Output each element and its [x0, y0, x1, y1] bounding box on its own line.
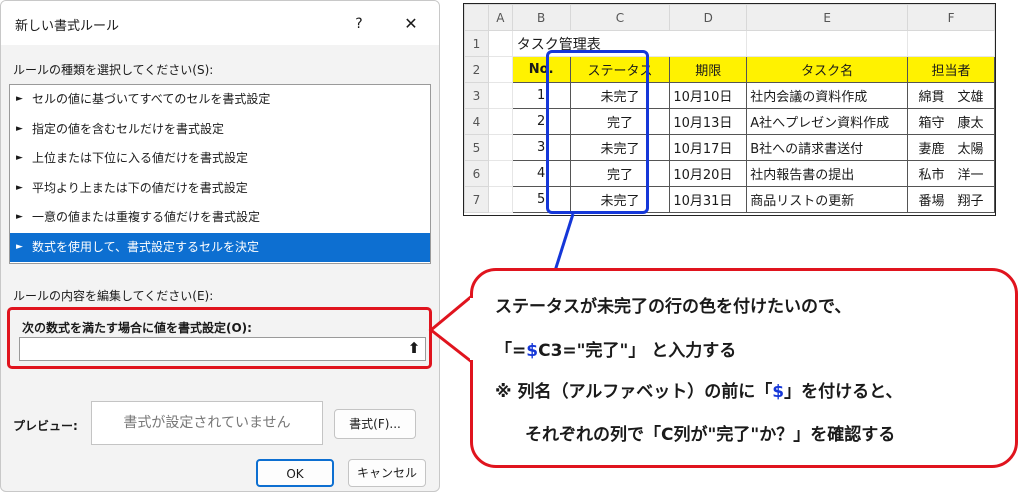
- rule-item-label: 数式を使用して、書式設定するセルを決定: [32, 239, 260, 254]
- column-header[interactable]: F: [907, 4, 995, 31]
- formula-highlight-frame: 次の数式を満たす場合に値を書式設定(O): ⬆: [7, 307, 432, 369]
- cell-deadline[interactable]: 10月17日: [669, 134, 748, 161]
- column-header[interactable]: E: [746, 4, 909, 31]
- new-format-rule-dialog: 新しい書式ルール ? ✕ ルールの種類を選択してください(S): ► セルの値に基…: [0, 0, 440, 492]
- play-arrow-icon: ►: [16, 241, 23, 252]
- play-arrow-icon: ►: [16, 153, 23, 163]
- formula-input[interactable]: [19, 337, 426, 361]
- cell[interactable]: [487, 56, 513, 83]
- cell[interactable]: [487, 160, 513, 187]
- sheet-grid: A B C D E F 1 タスク管理表 2 No. ステータス 期限 タスク名…: [464, 4, 995, 213]
- row-header[interactable]: 3: [464, 82, 489, 109]
- spreadsheet: A B C D E F 1 タスク管理表 2 No. ステータス 期限 タスク名…: [463, 3, 996, 216]
- dialog-title: 新しい書式ルール: [15, 19, 120, 34]
- rule-item-label: 一意の値または重複する値だけを書式設定: [32, 210, 261, 224]
- dollar-sign-highlight: $: [772, 382, 785, 402]
- column-header[interactable]: C: [569, 4, 671, 31]
- preview-label: プレビュー:: [13, 419, 78, 433]
- help-button[interactable]: ?: [341, 11, 377, 37]
- callout-line-2: 「=$C3="完了"」 と入力する: [495, 336, 736, 361]
- callout-text: C3="完了"」 と入力する: [538, 341, 737, 361]
- cell[interactable]: [487, 82, 513, 109]
- callout-text: ※ 列名（アルファベット）の前に「: [495, 382, 773, 402]
- close-icon[interactable]: ✕: [393, 11, 429, 37]
- cell-task[interactable]: 商品リストの更新: [746, 186, 909, 213]
- cell-deadline[interactable]: 10月31日: [669, 186, 748, 213]
- rule-item-use-formula[interactable]: ► 数式を使用して、書式設定するセルを決定: [10, 232, 430, 262]
- cell-task[interactable]: 社内会議の資料作成: [746, 82, 909, 109]
- column-header[interactable]: D: [669, 4, 748, 31]
- status-column-highlight: [546, 50, 649, 214]
- rule-item-unique-duplicate[interactable]: ► 一意の値または重複する値だけを書式設定: [10, 203, 430, 233]
- callout-text: 」を付けると、: [784, 382, 903, 402]
- cell-assignee[interactable]: 番場 翔子: [907, 186, 995, 213]
- cancel-button[interactable]: キャンセル: [348, 459, 426, 487]
- cell-assignee[interactable]: 綿貫 文雄: [907, 82, 995, 109]
- rule-item-label: 平均より上または下の値だけを書式設定: [32, 180, 248, 195]
- play-arrow-icon: ►: [16, 212, 23, 222]
- cell-deadline[interactable]: 10月10日: [669, 82, 748, 109]
- cell[interactable]: [487, 186, 513, 213]
- cell-task[interactable]: 社内報告書の提出: [746, 160, 909, 187]
- play-arrow-icon: ►: [16, 123, 23, 134]
- row-header[interactable]: 1: [464, 30, 489, 57]
- rule-type-list[interactable]: ► セルの値に基づいてすべてのセルを書式設定 ► 指定の値を含むセルだけを書式設定 …: [9, 84, 431, 264]
- collapse-dialog-icon[interactable]: ⬆: [404, 338, 424, 358]
- cell-deadline[interactable]: 10月20日: [669, 160, 748, 187]
- dollar-sign-highlight: $: [526, 341, 539, 361]
- callout-line-3: ※ 列名（アルファベット）の前に「$」を付けると、: [495, 377, 902, 402]
- dialog-titlebar: 新しい書式ルール ? ✕: [1, 1, 439, 45]
- row-header[interactable]: 7: [464, 186, 489, 213]
- rule-item-top-bottom[interactable]: ► 上位または下位に入る値だけを書式設定: [10, 144, 430, 174]
- ok-button[interactable]: OK: [256, 459, 334, 487]
- column-header[interactable]: B: [511, 4, 571, 31]
- cell-assignee[interactable]: 妻鹿 太陽: [907, 134, 995, 161]
- row-header[interactable]: 2: [464, 56, 489, 83]
- callout-text: それぞれの列で「C列が"完了"か？」を確認する: [525, 425, 896, 445]
- formula-label: 次の数式を満たす場合に値を書式設定(O):: [22, 321, 252, 335]
- select-all-corner[interactable]: [464, 4, 489, 31]
- cell-assignee[interactable]: 私市 洋一: [907, 160, 995, 187]
- row-header[interactable]: 5: [464, 134, 489, 161]
- column-header[interactable]: A: [487, 4, 513, 31]
- rule-item-cell-value[interactable]: ► セルの値に基づいてすべてのセルを書式設定: [10, 85, 430, 115]
- play-arrow-icon: ►: [16, 182, 23, 193]
- cell[interactable]: [907, 30, 995, 57]
- rule-type-label: ルールの種類を選択してください(S):: [13, 63, 214, 77]
- rule-item-contains[interactable]: ► 指定の値を含むセルだけを書式設定: [10, 115, 430, 145]
- cell[interactable]: [746, 30, 909, 57]
- rule-item-label: セルの値に基づいてすべてのセルを書式設定: [32, 92, 271, 106]
- rule-item-above-below-average[interactable]: ► 平均より上または下の値だけを書式設定: [10, 174, 430, 204]
- cell-task[interactable]: B社への請求書送付: [746, 134, 909, 161]
- row-header[interactable]: 4: [464, 108, 489, 135]
- cell-task[interactable]: A社へプレゼン資料作成: [746, 108, 909, 135]
- cell-assignee[interactable]: 箱守 康太: [907, 108, 995, 135]
- callout-line-1: ステータスが未完了の行の色を付けたいので、: [495, 297, 852, 317]
- cell[interactable]: [487, 108, 513, 135]
- cell-deadline[interactable]: 10月13日: [669, 108, 748, 135]
- play-arrow-icon: ►: [16, 94, 23, 104]
- rule-item-label: 上位または下位に入る値だけを書式設定: [32, 151, 249, 165]
- preview-box: 書式が設定されていません: [91, 401, 323, 445]
- format-button[interactable]: 書式(F)...: [334, 409, 416, 439]
- header-cell-deadline[interactable]: 期限: [669, 56, 748, 83]
- callout-text: 「=: [495, 341, 527, 361]
- cell[interactable]: [487, 134, 513, 161]
- header-cell-assignee[interactable]: 担当者: [907, 56, 995, 83]
- callout-line-4: それぞれの列で「C列が"完了"か？」を確認する: [495, 420, 895, 445]
- cell[interactable]: [487, 30, 513, 57]
- edit-rule-label: ルールの内容を編集してください(E):: [13, 289, 214, 303]
- row-header[interactable]: 6: [464, 160, 489, 187]
- header-cell-task[interactable]: タスク名: [746, 56, 909, 83]
- rule-item-label: 指定の値を含むセルだけを書式設定: [32, 121, 225, 136]
